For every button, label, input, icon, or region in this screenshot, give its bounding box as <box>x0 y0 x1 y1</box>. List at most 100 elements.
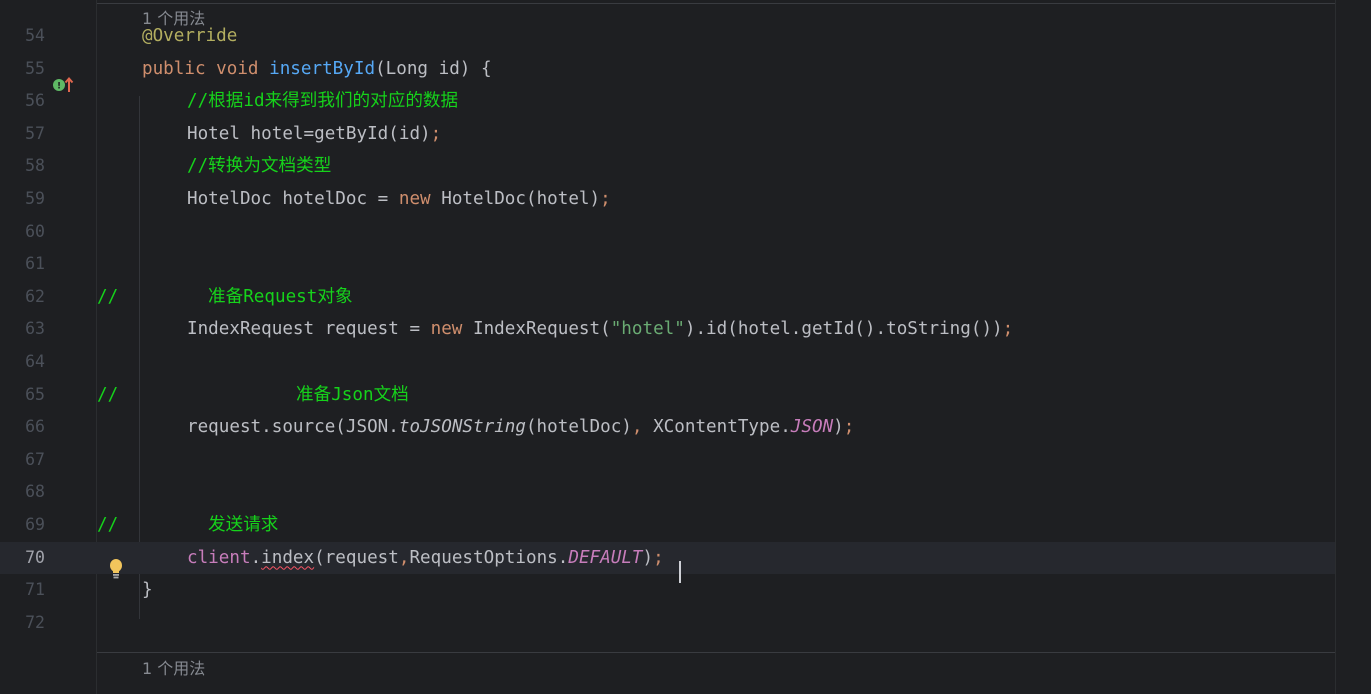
code-line-68[interactable]: 68 <box>0 476 1335 508</box>
code-line-72[interactable]: 72 <box>0 607 1335 639</box>
override-method-icon[interactable]: ! <box>52 76 74 94</box>
line-number[interactable]: 72 <box>0 607 45 639</box>
code-line-58[interactable]: 58 //转换为文档类型 <box>0 150 1335 182</box>
code-token: 发送请求 <box>208 515 279 535</box>
code-token: HotelDoc(hotel) <box>441 189 601 209</box>
editor-scrollbar[interactable] <box>1335 0 1371 694</box>
code-token: IndexRequest request = <box>187 319 431 340</box>
code-text[interactable]: // <box>97 509 118 541</box>
code-line-71[interactable]: 71} <box>0 574 1335 606</box>
code-token: Hotel hotel=getById(id) <box>187 123 431 144</box>
line-number[interactable]: 61 <box>0 248 45 280</box>
code-token: index <box>261 547 315 568</box>
code-token: RequestOptions. <box>409 547 569 568</box>
code-token: ; <box>600 189 611 209</box>
code-token: 准备 <box>208 286 244 307</box>
code-line-57[interactable]: 57 Hotel hotel=getById(id); <box>0 118 1335 150</box>
code-line-62[interactable]: 62 // 准备Request对象 <box>0 281 1335 313</box>
code-text[interactable]: request.source(JSON.toJSONString(hotelDo… <box>187 411 854 443</box>
comment-text[interactable]: 发送请求 <box>208 509 278 541</box>
code-token: XContentType. <box>653 417 791 438</box>
code-token: . <box>250 547 262 568</box>
comment-text[interactable]: 准备Request对象 <box>208 281 353 313</box>
code-token: ) <box>642 547 654 568</box>
line-number[interactable]: 70 <box>0 542 45 574</box>
code-token: new <box>398 189 442 209</box>
code-token: public <box>142 58 217 79</box>
code-line-70[interactable]: 70 client.index(request,RequestOptions.DE… <box>0 541 1335 574</box>
code-token: new <box>430 319 473 340</box>
line-number[interactable]: 54 <box>0 20 45 52</box>
code-token: , <box>398 547 410 568</box>
line-number[interactable]: 57 <box>0 118 45 150</box>
code-editor[interactable]: 1 个用法 54 @Override 55 public void insertByI… <box>0 0 1371 694</box>
code-token: JSON <box>790 417 834 438</box>
code-line-54[interactable]: 54 @Override <box>0 20 1335 52</box>
line-number[interactable]: 58 <box>0 150 45 182</box>
code-text[interactable]: //转换为文档类型 <box>187 150 331 182</box>
svg-text:!: ! <box>57 82 61 92</box>
line-number[interactable]: 59 <box>0 183 45 215</box>
line-number[interactable]: 67 <box>0 444 45 476</box>
code-text[interactable]: @Override <box>142 20 237 52</box>
code-token: "hotel" <box>610 319 685 340</box>
code-token: (Long id) { <box>375 58 492 79</box>
code-text[interactable]: // <box>97 379 118 411</box>
code-text[interactable]: HotelDoc hotelDoc = new HotelDoc(hotel); <box>187 183 611 215</box>
code-line-65[interactable]: 65 // 准备Json文档 <box>0 379 1335 411</box>
code-token: ; <box>1002 319 1014 340</box>
code-line-56[interactable]: 56 //根据id来得到我们的对应的数据 <box>0 85 1335 117</box>
code-token: //根据 <box>187 91 244 112</box>
code-line-63[interactable]: 63 IndexRequest request = new IndexReques… <box>0 313 1335 345</box>
code-line-55[interactable]: 55 public void insertById(Long id) { <box>0 53 1335 85</box>
code-text[interactable]: public void insertById(Long id) { <box>142 53 492 85</box>
code-token: HotelDoc hotelDoc = <box>187 189 399 209</box>
lightbulb-icon[interactable] <box>107 558 125 580</box>
code-token: } <box>142 580 153 601</box>
line-number[interactable]: 56 <box>0 85 45 117</box>
code-token: 对象 <box>317 286 353 307</box>
line-number[interactable]: 65 <box>0 379 45 411</box>
code-token: client <box>187 547 251 568</box>
code-line-64[interactable]: 64 <box>0 346 1335 378</box>
code-text[interactable]: } <box>142 574 153 606</box>
code-text[interactable]: Hotel hotel=getById(id); <box>187 118 441 150</box>
code-token: //转换为文档类型 <box>187 156 332 177</box>
code-token: (request <box>314 547 399 568</box>
code-token: 文档 <box>373 384 409 405</box>
code-token: // <box>97 286 119 307</box>
code-token: request.source(JSON. <box>187 417 399 438</box>
line-number[interactable]: 69 <box>0 509 45 541</box>
code-line-61[interactable]: 61 <box>0 248 1335 280</box>
code-text[interactable]: IndexRequest request = new IndexRequest(… <box>187 313 1013 345</box>
code-token: // <box>97 384 119 405</box>
code-token: Request <box>243 286 318 307</box>
code-line-60[interactable]: 60 <box>0 216 1335 248</box>
code-line-69[interactable]: 69 // 发送请求 <box>0 509 1335 541</box>
usage-hint-strip-bottom <box>97 652 1335 685</box>
line-number[interactable]: 68 <box>0 476 45 508</box>
code-line-66[interactable]: 66 request.source(JSON.toJSONString(hotel… <box>0 411 1335 443</box>
code-token: ).id(hotel.getId().toString()) <box>684 319 1003 340</box>
code-token: 准备 <box>296 384 332 405</box>
code-token: insertById <box>269 58 376 79</box>
line-number[interactable]: 64 <box>0 346 45 378</box>
code-text[interactable]: // <box>97 281 118 313</box>
code-text[interactable]: //根据id来得到我们的对应的数据 <box>187 85 458 117</box>
code-text[interactable]: client.index(request,RequestOptions.DEFA… <box>187 542 664 574</box>
code-token: ; <box>430 123 442 144</box>
line-number[interactable]: 66 <box>0 411 45 443</box>
text-caret <box>679 561 681 583</box>
line-number[interactable]: 55 <box>0 53 45 85</box>
line-number[interactable]: 63 <box>0 313 45 345</box>
code-token: IndexRequest( <box>473 319 611 340</box>
line-number[interactable]: 62 <box>0 281 45 313</box>
code-token: 来得到我们的对应的数据 <box>264 91 459 112</box>
comment-text[interactable]: 准备Json文档 <box>296 379 409 411</box>
line-number[interactable]: 71 <box>0 574 45 606</box>
code-line-67[interactable]: 67 <box>0 444 1335 476</box>
code-token: void <box>216 58 270 79</box>
line-number[interactable]: 60 <box>0 216 45 248</box>
code-line-59[interactable]: 59 HotelDoc hotelDoc = new HotelDoc(hotel… <box>0 183 1335 215</box>
usage-hint-bottom[interactable]: 1 个用法 <box>142 653 205 685</box>
